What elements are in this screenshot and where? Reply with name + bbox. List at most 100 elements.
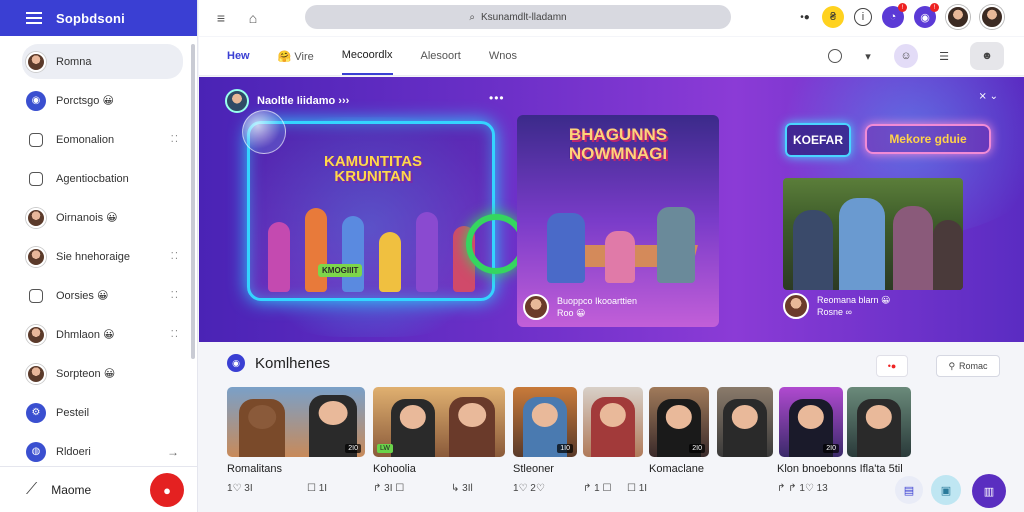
sidebar-item[interactable]: ⚙ Pesteil bbox=[22, 395, 183, 430]
character-icon[interactable]: ☺ bbox=[894, 44, 918, 68]
video-thumbnail[interactable] bbox=[717, 387, 773, 457]
sidebar-item[interactable]: ◉ Porctsgo 😀 bbox=[22, 83, 183, 118]
video-thumbnail[interactable] bbox=[583, 387, 643, 457]
chat-icon[interactable]: ▤ bbox=[895, 476, 923, 504]
arrow-right-icon[interactable]: → bbox=[167, 445, 179, 459]
drag-handle-icon[interactable]: ⁚⁚ bbox=[171, 251, 179, 262]
sidebar-item[interactable]: Eomonalion ⁚⁚ bbox=[22, 122, 183, 157]
app-title: Sopbdsoni bbox=[56, 10, 125, 26]
video-title[interactable]: Klon bnoebonns Ifla'ta 5til bbox=[777, 463, 903, 475]
sidebar-scrollbar[interactable] bbox=[191, 44, 195, 359]
video-meta: ↱ ↱ 1♡ 13 bbox=[777, 483, 828, 494]
hero-left-artwork[interactable]: KAMUNTITAS KRUNITAN KMOGIIIT bbox=[242, 110, 526, 301]
tab-vire[interactable]: 🤗 Vire bbox=[278, 38, 314, 75]
record-icon[interactable]: ● bbox=[150, 473, 184, 507]
search-input[interactable]: ⌕ Ksunamdlt-lladamn bbox=[305, 5, 731, 29]
video-title[interactable]: Kohoolia bbox=[373, 463, 416, 475]
yellow-badge-icon[interactable]: ₴ bbox=[822, 6, 844, 28]
sidebar-list: Romna ◉ Porctsgo 😀 Eomonalion ⁚⁚ Agentiocbati… bbox=[0, 36, 197, 469]
alert-badge: ! bbox=[930, 3, 939, 12]
hero-right-button[interactable]: Mekore gduie bbox=[865, 124, 991, 154]
hero-banner[interactable]: Naoltle Iiidamo ››› ••• ⨯ ⌄ KAMUNTITAS K… bbox=[199, 77, 1024, 342]
section-pill[interactable]: •● bbox=[876, 355, 908, 377]
video-thumbnail[interactable]: 2I0 bbox=[649, 387, 709, 457]
chevron-down-icon[interactable]: ▾ bbox=[856, 44, 880, 68]
video-thumbnail[interactable]: 1I0 bbox=[513, 387, 577, 457]
more-icon[interactable]: ••• bbox=[489, 91, 505, 105]
hero-controls[interactable]: ⨯ ⌄ bbox=[978, 91, 998, 102]
avatar bbox=[783, 293, 809, 319]
avatar bbox=[225, 89, 249, 113]
library-icon[interactable]: ▥ bbox=[972, 474, 1006, 508]
notifications-icon[interactable]: ◔! bbox=[882, 3, 907, 28]
tab-actions: ▾ ☺ ☰ ☻ bbox=[814, 42, 1004, 70]
hero-right-artwork: KOEFAR Mekore gduie Reomana blarn 😀 Rosn… bbox=[779, 115, 1004, 327]
hero-right-footer: Reomana blarn 😀 Rosne ∞ bbox=[783, 293, 890, 319]
avatar bbox=[26, 324, 46, 345]
video-thumbnail[interactable]: LW bbox=[373, 387, 505, 457]
info-icon[interactable]: i bbox=[854, 8, 872, 26]
dots-icon[interactable]: •● bbox=[798, 6, 812, 28]
video-thumbnail[interactable]: 2I0 bbox=[779, 387, 843, 457]
tab-mecoordlx[interactable]: Mecoordlx bbox=[341, 37, 393, 75]
drag-handle-icon[interactable]: ⁚⁚ bbox=[171, 290, 179, 301]
alert-icon[interactable]: ◉! bbox=[914, 3, 939, 28]
avatar[interactable] bbox=[980, 5, 1004, 29]
tab-hew[interactable]: Hew bbox=[227, 38, 250, 74]
video-meta: 1♡ 3I bbox=[227, 483, 253, 494]
person-figure bbox=[547, 213, 585, 283]
menu-icon[interactable]: ≡ bbox=[211, 10, 231, 26]
list-icon[interactable]: ☰ bbox=[932, 44, 956, 68]
sidebar-item[interactable]: Romna bbox=[22, 44, 183, 79]
sidebar-item[interactable]: Oirnanois 😀 bbox=[22, 200, 183, 235]
sidebar-item-label: Oirnanois 😀 bbox=[56, 212, 118, 224]
top-right-actions: •● ₴ i ◔! ◉! bbox=[788, 3, 1004, 29]
person-figure bbox=[605, 231, 635, 283]
hero-center-sub: Roo 😀 bbox=[557, 308, 586, 318]
avatar bbox=[26, 246, 46, 267]
menu-icon[interactable] bbox=[26, 12, 42, 24]
hero-center-artwork[interactable]: BHAGUNNS NOWMNAGI Buoppco Ikooarttien Ro… bbox=[517, 115, 719, 327]
person-figure bbox=[723, 399, 767, 457]
camera-icon[interactable]: ▣ bbox=[931, 475, 961, 505]
video-title[interactable]: Stleoner bbox=[513, 463, 554, 475]
sidebar-item[interactable]: Dhmlaon 😀 ⁚⁚ bbox=[22, 317, 183, 352]
sidebar-item[interactable]: Sorpteon 😀 bbox=[22, 356, 183, 391]
sidebar-item[interactable]: Oorsies 😀 ⁚⁚ bbox=[22, 278, 183, 313]
sidebar-footer: ⟋ Maome ● bbox=[0, 466, 198, 512]
person-figure bbox=[839, 198, 885, 290]
sidebar-item[interactable]: Sie hnehoraige ⁚⁚ bbox=[22, 239, 183, 274]
avatar[interactable]: ☻ bbox=[970, 42, 1004, 70]
sidebar-footer-label[interactable]: Maome bbox=[51, 483, 91, 497]
video-meta: ☐ 1I bbox=[627, 483, 648, 494]
person-figure bbox=[415, 212, 438, 292]
avatar[interactable] bbox=[946, 5, 970, 29]
top-bar: ≡ ⌂ ⌕ Ksunamdlt-lladamn •● ₴ i ◔! ◉! bbox=[199, 0, 1024, 36]
section-button[interactable]: ⚲ Romac bbox=[936, 355, 1000, 377]
drag-handle-icon[interactable]: ⁚⁚ bbox=[171, 329, 179, 340]
user-icon: ⚲ bbox=[948, 360, 956, 371]
sidebar-item-label: Sie hnehoraige bbox=[56, 250, 131, 263]
sidebar-item-label: Eomonalion bbox=[56, 133, 115, 146]
video-thumbnail[interactable] bbox=[847, 387, 911, 457]
video-thumbnail[interactable]: 2I0 bbox=[227, 387, 365, 457]
sidebar-item[interactable]: Agentiocbation bbox=[22, 161, 183, 196]
tab-wnos[interactable]: Wnos bbox=[489, 38, 517, 74]
bubble-decoration bbox=[242, 110, 286, 154]
home-icon[interactable]: ⌂ bbox=[243, 10, 263, 26]
video-duration: 1I0 bbox=[557, 444, 573, 453]
circle-icon[interactable] bbox=[828, 49, 842, 63]
sidebar-item[interactable]: ◍ Rldoeri → bbox=[22, 434, 183, 469]
section-icon: ◉ bbox=[227, 354, 245, 372]
hero-right-photo[interactable] bbox=[783, 178, 963, 290]
hero-channel[interactable]: Naoltle Iiidamo ››› bbox=[225, 89, 349, 113]
person-figure bbox=[341, 216, 364, 292]
search-icon: ⌕ bbox=[469, 11, 475, 23]
video-title[interactable]: Komaclane bbox=[649, 463, 704, 475]
video-meta: ☐ 1I bbox=[307, 483, 328, 494]
tab-alesoort[interactable]: Alesoort bbox=[421, 38, 461, 74]
share-icon[interactable]: ⟋ bbox=[26, 481, 37, 499]
drag-handle-icon[interactable]: ⁚⁚ bbox=[171, 134, 179, 145]
video-meta: ↳ 3Il bbox=[451, 483, 473, 494]
video-title[interactable]: Romalitans bbox=[227, 463, 282, 475]
